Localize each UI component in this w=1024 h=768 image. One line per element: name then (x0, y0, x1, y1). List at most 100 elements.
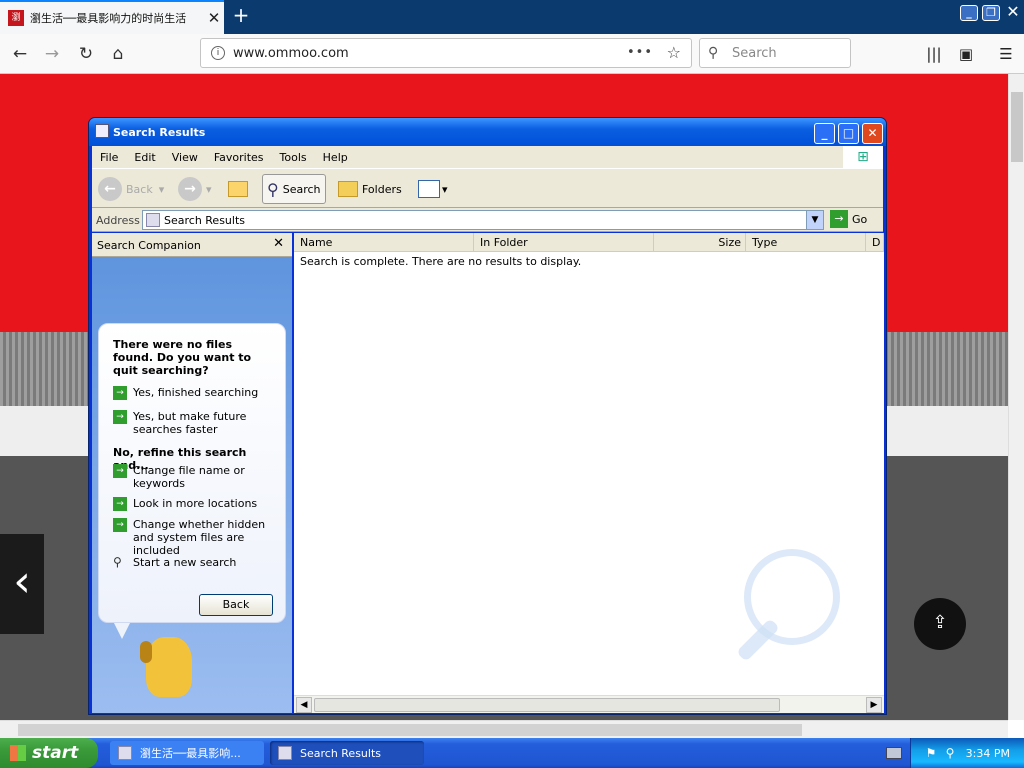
address-value: Search Results (164, 214, 246, 227)
info-icon[interactable]: i (211, 46, 225, 60)
keyboard-icon[interactable] (886, 747, 902, 759)
results-list: Name In Folder Size Type D Search is com… (294, 233, 884, 713)
option-new-search[interactable]: ⚲ Start a new search (113, 556, 277, 570)
green-arrow-icon: → (113, 410, 127, 424)
search-magnifier-icon: ⚲ (267, 179, 279, 199)
taskbar-task-browser[interactable]: 瀏生活──最具影响... (110, 741, 264, 765)
browser-window-controls: _ ❐ ✕ (960, 4, 1022, 21)
green-arrow-icon: → (113, 497, 127, 511)
sidebar-icon[interactable]: ▣ (954, 42, 978, 66)
search-tray-icon[interactable]: ⚲ (946, 746, 960, 760)
explorer-toolbar: ← Back ▾ → ▾ ⚲ Search Folders ▾ (92, 168, 883, 208)
menu-file[interactable]: File (92, 151, 126, 164)
menu-edit[interactable]: Edit (126, 151, 163, 164)
forward-arrow-icon: → (178, 177, 202, 201)
column-size[interactable]: Size (654, 233, 746, 252)
window-title: Search Results (113, 126, 206, 139)
search-button[interactable]: ⚲ Search (262, 174, 326, 204)
minimize-icon[interactable]: _ (960, 5, 978, 21)
new-tab-button[interactable]: + (230, 4, 252, 28)
close-tab-icon[interactable]: ✕ (204, 9, 224, 27)
clock[interactable]: 3:34 PM (966, 747, 1010, 760)
restore-icon[interactable]: ❐ (982, 5, 1000, 21)
windows-logo-icon: ⊞ (843, 146, 883, 168)
page-actions-icon[interactable]: ••• (627, 45, 653, 60)
address-dropdown-icon[interactable]: ▼ (806, 211, 823, 229)
go-button[interactable]: → Go (830, 210, 867, 228)
scroll-right-icon[interactable]: ▶ (866, 697, 882, 713)
address-field[interactable]: Search Results ▼ (142, 210, 824, 230)
folders-icon (338, 181, 358, 197)
browser-tab[interactable]: 瀏 瀏生活──最具影响力的时尚生活 ✕ (0, 0, 224, 34)
address-bar: Address Search Results ▼ → Go (92, 208, 883, 232)
column-type[interactable]: Type (746, 233, 866, 252)
menu-tools[interactable]: Tools (272, 151, 315, 164)
views-icon (418, 180, 440, 198)
menu-bar: File Edit View Favorites Tools Help ⊞ (92, 146, 883, 168)
site-favicon-icon: 瀏 (8, 10, 24, 26)
windows-logo-icon (10, 745, 26, 761)
option-change-file-name[interactable]: → Change file name or keywords (113, 464, 277, 490)
menu-favorites[interactable]: Favorites (206, 151, 272, 164)
library-icon[interactable]: ||| (922, 42, 946, 66)
system-tray: ⚑ ⚲ 3:34 PM (910, 738, 1024, 768)
no-files-question: There were no files found. Do you want t… (113, 338, 252, 377)
up-folder-button[interactable] (228, 174, 252, 204)
search-window-icon (95, 124, 109, 138)
close-window-icon[interactable]: ✕ (1004, 4, 1022, 21)
browser-task-icon (118, 746, 132, 760)
forward-button[interactable]: → ▾ (178, 174, 212, 204)
taskbar: start 瀏生活──最具影响... Search Results ⚑ ⚲ 3:… (0, 738, 1024, 768)
option-faster-searches[interactable]: → Yes, but make future searches faster (113, 410, 277, 436)
results-horizontal-scrollbar[interactable]: ◀ ▶ (294, 695, 884, 713)
menu-help[interactable]: Help (315, 151, 356, 164)
search-results-task-icon (278, 746, 292, 760)
option-more-locations[interactable]: → Look in more locations (113, 497, 277, 511)
maximize-icon[interactable]: □ (838, 123, 859, 144)
companion-back-button[interactable]: Back (199, 594, 273, 616)
column-headers: Name In Folder Size Type D (294, 233, 884, 252)
home-icon[interactable]: ⌂ (104, 40, 132, 68)
menu-view[interactable]: View (164, 151, 206, 164)
search-box[interactable]: ⚲ Search (699, 38, 851, 68)
green-arrow-icon: → (113, 518, 127, 532)
url-text[interactable]: www.ommoo.com (233, 46, 349, 61)
back-arrow-icon: ← (98, 177, 122, 201)
back-button[interactable]: ← Back ▾ (98, 174, 164, 204)
close-pane-icon[interactable]: ✕ (273, 236, 284, 251)
forward-icon[interactable]: → (38, 40, 66, 68)
folders-button[interactable]: Folders (338, 174, 402, 204)
back-icon[interactable]: ← (6, 40, 34, 68)
reload-icon[interactable]: ↻ (72, 40, 100, 68)
page-vertical-scrollbar[interactable] (1008, 74, 1024, 720)
address-label: Address (96, 214, 140, 227)
bookmark-star-icon[interactable]: ☆ (667, 43, 681, 62)
taskbar-task-search-results[interactable]: Search Results (270, 741, 424, 765)
column-date[interactable]: D (866, 233, 884, 252)
option-finished-searching[interactable]: → Yes, finished searching (113, 386, 277, 400)
views-button[interactable]: ▾ (418, 174, 448, 204)
column-name[interactable]: Name (294, 233, 474, 252)
green-arrow-icon: → (113, 386, 127, 400)
browser-toolbar: ← → ↻ ⌂ i www.ommoo.com ••• ☆ ⚲ Search |… (0, 34, 1024, 74)
search-companion-pane: Search Companion ✕ There were no files f… (92, 233, 292, 713)
search-results-icon (146, 213, 160, 227)
search-placeholder: Search (732, 46, 777, 61)
search-dog-icon[interactable] (140, 637, 192, 697)
share-upload-icon[interactable]: ⇪ (914, 598, 966, 650)
green-arrow-icon: → (113, 464, 127, 478)
start-button[interactable]: start (0, 738, 98, 768)
page-horizontal-scrollbar[interactable] (0, 720, 1008, 738)
carousel-prev-icon[interactable]: ‹ (0, 534, 44, 634)
window-titlebar[interactable]: Search Results _ □ ✕ (89, 118, 886, 146)
scroll-left-icon[interactable]: ◀ (296, 697, 312, 713)
column-in-folder[interactable]: In Folder (474, 233, 654, 252)
network-icon[interactable]: ⚑ (926, 746, 940, 760)
tab-title: 瀏生活──最具影响力的时尚生活 (30, 12, 187, 25)
minimize-icon[interactable]: _ (814, 123, 835, 144)
companion-balloon: There were no files found. Do you want t… (98, 323, 286, 623)
close-icon[interactable]: ✕ (862, 123, 883, 144)
menu-icon[interactable]: ☰ (994, 42, 1018, 66)
url-bar[interactable]: i www.ommoo.com ••• ☆ (200, 38, 692, 68)
option-hidden-system-files[interactable]: → Change whether hidden and system files… (113, 518, 277, 557)
